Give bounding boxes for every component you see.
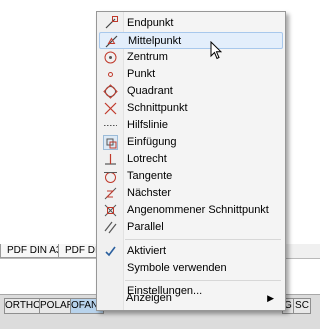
sc-toggle[interactable]: SC xyxy=(293,298,311,314)
nearest-icon xyxy=(103,186,118,201)
ortho-toggle[interactable]: ORTHO xyxy=(4,298,41,314)
menu-item-label: Hilfslinie xyxy=(127,119,168,131)
menu-item-punkt[interactable]: Punkt xyxy=(99,66,283,83)
menu-item-hilfslinie[interactable]: Hilfslinie xyxy=(99,117,283,134)
perpendicular-icon xyxy=(103,152,118,167)
polar-toggle[interactable]: POLAR xyxy=(39,298,74,314)
menu-item-parallel[interactable]: Parallel xyxy=(99,219,283,236)
menu-item-anzeigen[interactable]: Anzeigen ▶ xyxy=(98,290,282,307)
center-icon xyxy=(103,50,118,65)
menu-item-label: Endpunkt xyxy=(127,17,174,29)
extension-icon xyxy=(103,118,118,133)
menu-item-endpunkt[interactable]: Endpunkt xyxy=(99,15,283,32)
menu-item-label: Punkt xyxy=(127,68,156,80)
menu-item-label: Tangente xyxy=(127,170,173,182)
menu-item-einfuegung[interactable]: Einfügung xyxy=(99,134,283,151)
insertion-icon xyxy=(103,135,118,150)
menu-item-label: Nächster xyxy=(127,187,172,199)
menu-item-mittelpunkt[interactable]: Mittelpunkt xyxy=(99,32,283,49)
check-icon xyxy=(103,244,118,259)
submenu-arrow-icon: ▶ xyxy=(267,293,274,303)
menu-separator xyxy=(125,280,281,281)
quadrant-icon xyxy=(103,84,118,99)
menu-separator xyxy=(125,239,281,240)
menu-item-label: Parallel xyxy=(127,221,164,233)
node-icon xyxy=(103,67,118,82)
menu-item-label: Anzeigen xyxy=(126,292,172,304)
mouse-pointer-icon xyxy=(210,40,223,60)
menu-item-zentrum[interactable]: Zentrum xyxy=(99,49,283,66)
menu-item-label: Quadrant xyxy=(127,85,173,97)
menu-item-label: Lotrecht xyxy=(127,153,167,165)
tangent-icon xyxy=(103,169,118,184)
menu-item-naechster[interactable]: Nächster xyxy=(99,185,283,202)
menu-item-schnittpunkt[interactable]: Schnittpunkt xyxy=(99,100,283,117)
menu-item-label: Mittelpunkt xyxy=(128,35,182,47)
menu-item-tangente[interactable]: Tangente xyxy=(99,168,283,185)
menu-item-label: Zentrum xyxy=(127,51,168,63)
intersection-icon xyxy=(103,101,118,116)
menu-item-aktiviert[interactable]: Aktiviert xyxy=(99,243,283,260)
midpoint-icon xyxy=(104,34,119,49)
menu-item-label: Symbole verwenden xyxy=(127,262,227,274)
menu-item-angenommener-schnittpunkt[interactable]: Angenommener Schnittpunkt xyxy=(99,202,283,219)
apparent-intersection-icon xyxy=(103,203,118,218)
menu-item-label: Schnittpunkt xyxy=(127,102,188,114)
menu-item-label: Einfügung xyxy=(127,136,177,148)
menu-item-lotrecht[interactable]: Lotrecht xyxy=(99,151,283,168)
parallel-icon xyxy=(103,220,118,235)
object-snap-context-menu: Endpunkt Mittelpunkt Zentrum Punkt Quadr… xyxy=(96,11,286,311)
endpoint-icon xyxy=(103,16,118,31)
menu-item-label: Aktiviert xyxy=(127,245,167,257)
menu-item-symbole-verwenden[interactable]: Symbole verwenden xyxy=(99,260,283,277)
menu-item-quadrant[interactable]: Quadrant xyxy=(99,83,283,100)
menu-item-label: Angenommener Schnittpunkt xyxy=(127,204,269,216)
